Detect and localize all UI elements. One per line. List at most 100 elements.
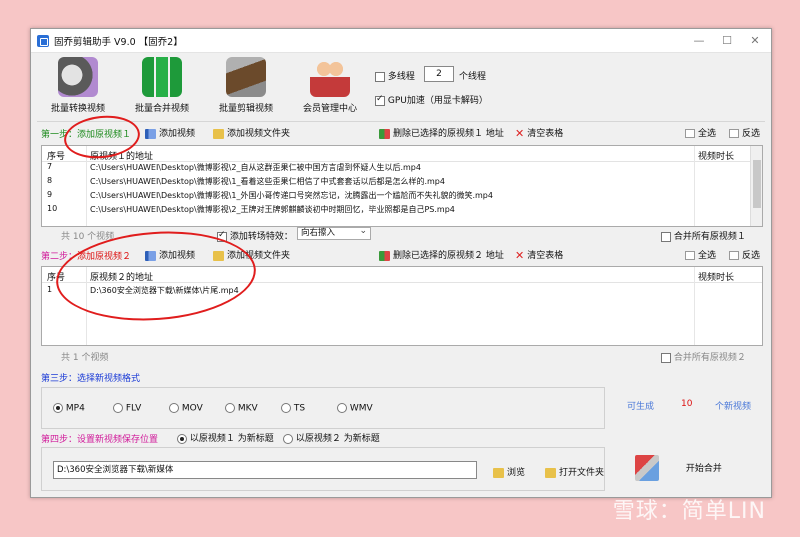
format-wmv[interactable]: WMV	[337, 403, 373, 414]
batch-convert-label: 批量转换视频	[50, 104, 105, 114]
close-button[interactable]: ✕	[741, 29, 769, 51]
browse-button[interactable]: 浏览	[493, 465, 525, 478]
format-flv-radio[interactable]	[113, 403, 123, 413]
total1-label: 共 10 个视频	[61, 232, 115, 242]
title2-radio[interactable]	[283, 433, 293, 444]
batch-cut-button[interactable]: 批量剪辑视频	[205, 57, 287, 114]
minimize-button[interactable]: —	[685, 29, 713, 51]
transition-checkbox[interactable]	[217, 230, 227, 242]
column-divider	[694, 267, 695, 345]
batch-convert-button[interactable]: 批量转换视频	[37, 57, 119, 114]
col-duration: 视频时长	[697, 273, 734, 283]
open-folder-button[interactable]: 打开文件夹	[545, 465, 604, 478]
table-row[interactable]: 8 C:\Users\HUAWEI\Desktop\微博影视\1_看着这些歪果仁相…	[42, 176, 762, 190]
gpu-checkbox[interactable]	[375, 94, 385, 106]
thread-count-input[interactable]: 2	[424, 66, 454, 82]
format-flv[interactable]: FLV	[113, 403, 141, 414]
watermark: 雪球：简单LIN	[612, 499, 766, 524]
invert2-button[interactable]: 反选	[729, 248, 760, 261]
format-mkv-radio[interactable]	[225, 403, 235, 413]
invert-select-icon	[729, 129, 739, 138]
clear-table2-button[interactable]: ✕ 清空表格	[515, 248, 563, 262]
format-ts[interactable]: TS	[281, 403, 305, 414]
batch-merge-label: 批量合并视频	[134, 104, 189, 114]
transition-option[interactable]: 添加转场特效：	[217, 229, 293, 242]
title2-label: 以原视频２ 为新标题	[295, 434, 380, 444]
row-no: 10	[47, 204, 58, 213]
row-no: 9	[47, 190, 53, 199]
film-reel-icon	[58, 57, 98, 97]
add-folder2-button[interactable]: 添加视频文件夹	[213, 248, 290, 261]
gpu-label: GPU加速（用显卡解码）	[387, 96, 488, 106]
delete-selected2-label: 删除已选择的原视频２ 地址	[393, 251, 504, 261]
title-bar: 固乔剪辑助手 V9.0 【固乔2】 — ☐ ✕	[31, 29, 771, 53]
table-row[interactable]: 9 C:\Users\HUAWEI\Desktop\微博影视\1_外国小哥传递口号…	[42, 190, 762, 204]
batch-cut-label: 批量剪辑视频	[218, 104, 273, 114]
invert-select-icon	[729, 251, 739, 260]
multithread-label: 多线程	[387, 72, 415, 82]
delete-list-icon	[379, 250, 390, 261]
merge-all1-checkbox[interactable]	[661, 231, 671, 242]
add-video1-button[interactable]: 添加视频	[145, 126, 195, 139]
delete-list-icon	[379, 128, 390, 139]
clear-table1-button[interactable]: ✕ 清空表格	[515, 126, 563, 140]
start-merge-label: 开始合并	[685, 463, 722, 474]
select-all1-button[interactable]: 全选	[685, 126, 716, 139]
row-no: 8	[47, 176, 53, 185]
scrollbar-thumb[interactable]	[753, 160, 761, 208]
clear-table2-label: 清空表格	[527, 251, 564, 261]
merge-all2-option[interactable]: 合并所有原视频２	[661, 350, 746, 363]
maximize-button[interactable]: ☐	[713, 29, 741, 51]
generate-count: 10	[681, 399, 693, 409]
table1-scrollbar[interactable]	[750, 146, 762, 226]
delete-selected1-button[interactable]: 删除已选择的原视频１ 地址	[379, 126, 504, 139]
format-mkv[interactable]: MKV	[225, 403, 258, 414]
generate-prefix: 可生成	[627, 402, 655, 412]
col-duration: 视频时长	[697, 152, 734, 162]
app-window: 固乔剪辑助手 V9.0 【固乔2】 — ☐ ✕ 批量转换视频 批量合并视频 批量…	[30, 28, 772, 498]
scissors-film-icon	[226, 57, 266, 97]
format-mp4-label: MP4	[65, 403, 85, 414]
add-folder1-button[interactable]: 添加视频文件夹	[213, 126, 290, 139]
invert1-button[interactable]: 反选	[729, 126, 760, 139]
delete-selected2-button[interactable]: 删除已选择的原视频２ 地址	[379, 248, 504, 261]
table-row[interactable]: 1 D:\360安全浏览器下载\新媒体\片尾.mp4	[42, 285, 762, 299]
merge-all1-option[interactable]: 合并所有原视频１	[661, 229, 746, 242]
batch-merge-button[interactable]: 批量合并视频	[121, 57, 203, 114]
original2-table[interactable]: 序号 原视频２的地址 视频时长 1 D:\360安全浏览器下载\新媒体\片尾.mp…	[41, 266, 763, 346]
member-center-button[interactable]: 会员管理中心	[289, 57, 371, 114]
table-row[interactable]: 10 C:\Users\HUAWEI\Desktop\微博影视\2_王牌对王牌郭麒…	[42, 204, 762, 218]
title1-radio[interactable]	[177, 433, 187, 444]
original1-table[interactable]: 序号 原视频１的地址 视频时长 7 C:\Users\HUAWEI\Desktop…	[41, 145, 763, 227]
app-logo-icon	[37, 34, 49, 47]
merge-all1-label: 合并所有原视频１	[673, 232, 746, 242]
multithread-checkbox[interactable]	[375, 71, 385, 82]
add-original2-button[interactable]: 添加原视频２	[77, 252, 131, 262]
title-from-original2[interactable]: 以原视频２ 为新标题	[283, 431, 380, 444]
format-mp4[interactable]: MP4	[53, 403, 85, 414]
select-all2-button[interactable]: 全选	[685, 248, 716, 261]
multithread-option[interactable]: 多线程	[375, 69, 415, 82]
member-center-label: 会员管理中心	[302, 104, 357, 114]
format-mov[interactable]: MOV	[169, 403, 203, 414]
format-mov-radio[interactable]	[169, 403, 179, 413]
format-mkv-label: MKV	[237, 403, 258, 414]
merge-all2-checkbox[interactable]	[661, 352, 671, 363]
save-path-input[interactable]: D:\360安全浏览器下载\新媒体	[53, 461, 477, 479]
col-path: 原视频１的地址	[90, 152, 154, 162]
thread-unit-label: 个线程	[459, 72, 487, 82]
table-row[interactable]: 7 C:\Users\HUAWEI\Desktop\微博影视\2_自从这群歪果仁被…	[42, 162, 762, 176]
gpu-option[interactable]: GPU加速（用显卡解码）	[375, 93, 488, 106]
invert1-label: 反选	[742, 129, 761, 139]
format-mp4-radio[interactable]	[53, 403, 63, 413]
total2-label: 共 1 个视频	[61, 353, 109, 363]
col-no: 序号	[47, 273, 66, 283]
add-video2-button[interactable]: 添加视频	[145, 248, 195, 261]
format-wmv-radio[interactable]	[337, 403, 347, 413]
clear-x-icon: ✕	[515, 127, 525, 140]
add-original1-button[interactable]: 添加原视频１	[77, 130, 131, 140]
format-ts-radio[interactable]	[281, 403, 291, 413]
transition-select[interactable]: 向右擦入	[297, 226, 371, 240]
title-from-original1[interactable]: 以原视频１ 为新标题	[177, 431, 274, 444]
start-merge-button[interactable]: 开始合并	[635, 455, 722, 481]
